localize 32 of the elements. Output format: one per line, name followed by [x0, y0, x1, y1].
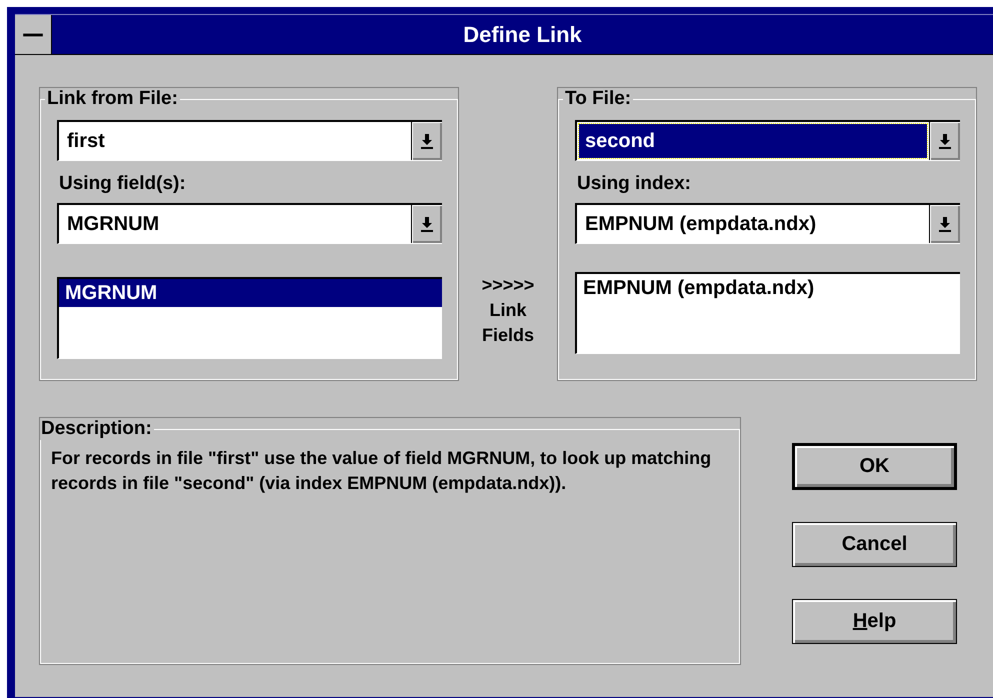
list-item[interactable]: EMPNUM (empdata.ndx) — [577, 274, 960, 302]
window-title: Define Link — [462, 22, 583, 48]
dropdown[interactable]: first — [57, 120, 442, 161]
dropdown-button[interactable] — [929, 122, 960, 160]
group-title: Link from File: — [46, 88, 179, 110]
description-text: For records in file "first" use the value of field MGRNUM, to look up matching records in file "second" (via index EMPNUM (empdata.ndx)). — [51, 447, 712, 495]
list-box[interactable]: MGRNUM — [57, 277, 442, 359]
down-arrow-icon — [938, 133, 952, 149]
field-label: Using field(s): — [59, 173, 187, 195]
dropdown-button[interactable] — [411, 122, 442, 160]
list-item[interactable]: MGRNUM — [59, 279, 442, 307]
system-menu-button[interactable]: — — [15, 15, 52, 54]
dropdown[interactable]: EMPNUM (empdata.ndx) — [575, 203, 960, 244]
dialog-button[interactable]: Help — [792, 599, 957, 644]
dropdown[interactable]: second — [575, 120, 960, 161]
list-box[interactable]: EMPNUM (empdata.ndx) — [575, 272, 960, 354]
dropdown-value: EMPNUM (empdata.ndx) — [584, 212, 818, 236]
dialog-button[interactable]: Cancel — [792, 522, 957, 567]
dropdown-button[interactable] — [411, 205, 442, 243]
dialog-button[interactable]: OK — [792, 443, 957, 490]
dropdown-value: first — [66, 128, 106, 154]
dropdown-button[interactable] — [929, 205, 960, 243]
group-title: To File: — [564, 88, 632, 110]
down-arrow-icon — [420, 216, 434, 232]
dropdown-value: second — [579, 124, 927, 158]
group-title: Description: — [40, 418, 153, 440]
down-arrow-icon — [420, 133, 434, 149]
field-label: Using index: — [577, 173, 692, 195]
dropdown[interactable]: MGRNUM — [57, 203, 442, 244]
link-fields-label[interactable]: >>>>> Link Fields — [482, 273, 534, 348]
down-arrow-icon — [938, 216, 952, 232]
dropdown-value: MGRNUM — [66, 212, 160, 236]
